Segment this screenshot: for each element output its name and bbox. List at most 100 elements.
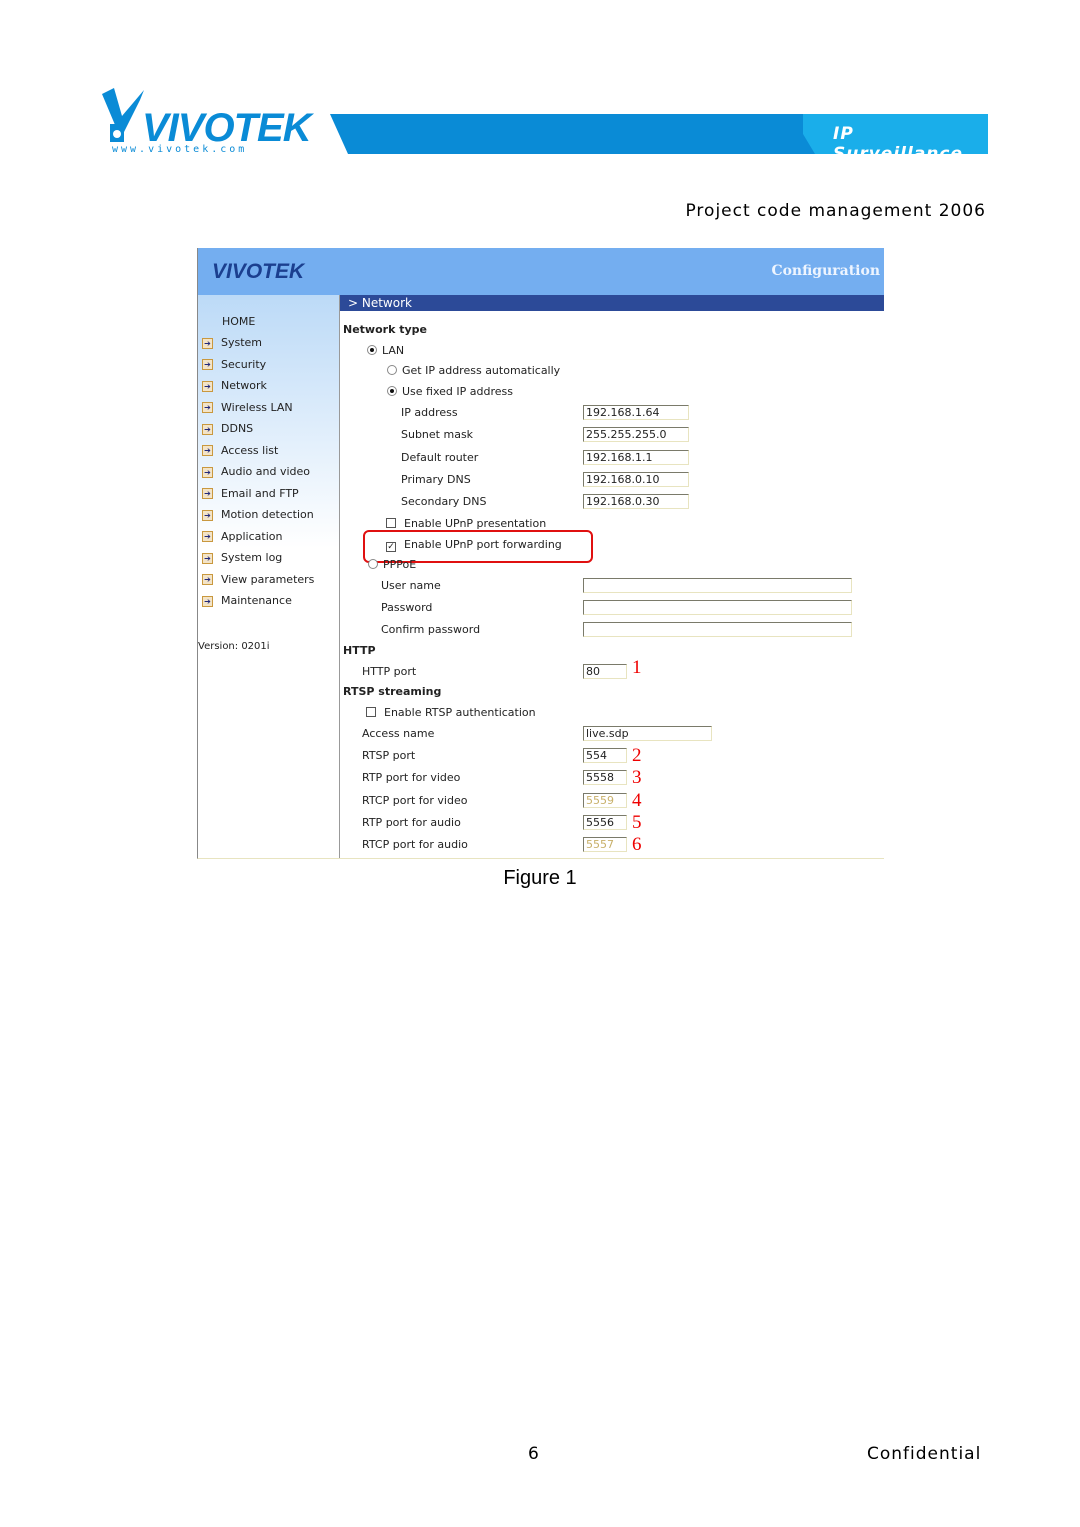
arrow-right-icon: ➔ (202, 488, 213, 499)
sidebar-item-audio-and-video[interactable]: ➔ Audio and video (202, 465, 310, 479)
arrow-right-icon: ➔ (202, 337, 213, 349)
rtsp-port-label-label: RTCP port for audio (362, 838, 468, 852)
radio-button[interactable] (387, 365, 397, 375)
rtsp-heading: RTSP streaming (343, 685, 441, 699)
upnp-presentation-checkbox-label: Enable UPnP presentation (404, 517, 547, 530)
radio-button[interactable] (367, 345, 377, 355)
pppoe-field-input[interactable] (583, 622, 852, 637)
ip-field-input[interactable]: 192.168.0.10 (583, 471, 689, 487)
pppoe-field-input[interactable] (583, 600, 852, 615)
auto-ip-option[interactable]: Get IP address automatically (387, 364, 560, 378)
rtsp-port-label: RTP port for video (362, 771, 460, 785)
sidebar-item-home[interactable]: HOME (222, 315, 255, 329)
sidebar-item-maintenance[interactable]: ➔ Maintenance (202, 594, 292, 608)
sidebar-item-label: Email and FTP (221, 486, 299, 500)
rtsp-port-input[interactable]: 5557 (583, 837, 627, 853)
config-header: VIVOTEK Configuration (198, 248, 884, 295)
lan-option-label: LAN (382, 344, 405, 357)
http-port-label-label: HTTP port (362, 665, 417, 678)
sidebar-item-label: Network (221, 379, 267, 392)
upnp-presentation-checkbox[interactable]: Enable UPnP presentation (386, 517, 546, 531)
radio-button[interactable] (368, 559, 378, 569)
config-screenshot: VIVOTEK Configuration HOME ➔ System ➔ Securi… (197, 248, 884, 859)
sidebar-item-system[interactable]: ➔ System (202, 336, 262, 350)
lan-option[interactable]: LAN (367, 344, 404, 358)
sidebar-item-label: Application (221, 529, 283, 543)
annotation-number: 3 (632, 767, 642, 789)
sidebar-item-view-parameters[interactable]: ➔ View parameters (202, 573, 314, 587)
sidebar-item-access-list[interactable]: ➔ Access list (202, 444, 278, 458)
sidebar-item-label: Maintenance (221, 594, 292, 607)
access-name-label-label: Access name (362, 727, 435, 740)
network-type-heading-label: Network type (343, 323, 427, 336)
sidebar-item-label: Audio and video (221, 465, 310, 478)
sidebar-item-wireless-lan[interactable]: ➔ Wireless LAN (202, 401, 293, 415)
sidebar-item-application[interactable]: ➔ Application (202, 530, 282, 544)
rtsp-port-label: RTP port for audio (362, 816, 461, 830)
arrow-right-icon: ➔ (202, 359, 213, 370)
rtsp-port-label: RTCP port for audio (362, 838, 468, 852)
ip-field-label-label: Subnet mask (401, 428, 474, 442)
rtsp-port-input[interactable]: 554 (583, 748, 627, 763)
sidebar-item-system-log[interactable]: ➔ System log (202, 551, 282, 565)
ip-field-input[interactable]: 192.168.1.1 (583, 449, 689, 465)
rtsp-port-label-label: RTP port for video (362, 771, 461, 785)
arrow-right-icon: ➔ (202, 466, 213, 478)
banner-tagline-box: IP Surveillance (803, 114, 988, 154)
rtsp-port-label: RTSP port (362, 749, 415, 763)
version-label: Version: 0201i (198, 641, 270, 652)
ip-field-label: Secondary DNS (401, 495, 486, 509)
arrow-right-icon: ➔ (202, 595, 213, 607)
rtsp-port-input[interactable]: 5558 (583, 770, 627, 786)
checkbox[interactable] (386, 518, 396, 528)
http-heading-label: HTTP (343, 644, 376, 657)
http-heading: HTTP (343, 644, 376, 658)
ip-field-label: IP address (401, 406, 458, 420)
document-page: VIVOTEK www.vivotek.com IP Surveillance … (0, 0, 1080, 1527)
sidebar-item-label: Wireless LAN (221, 400, 293, 414)
pppoe-field-label: User name (381, 579, 441, 593)
pppoe-field-input[interactable] (583, 578, 852, 593)
rtsp-auth-checkbox[interactable]: Enable RTSP authentication (366, 706, 536, 720)
sidebar-item-security[interactable]: ➔ Security (202, 358, 266, 372)
access-name-input[interactable]: live.sdp (583, 726, 712, 741)
sidebar-item-network[interactable]: ➔ Network (202, 379, 267, 393)
arrow-right-icon: ➔ (202, 445, 213, 456)
sidebar-item-ddns[interactable]: ➔ DDNS (202, 422, 253, 436)
checkbox[interactable] (366, 707, 376, 717)
ip-field-label: Default router (401, 451, 478, 465)
config-title: Configuration (771, 263, 880, 279)
ip-field-input[interactable]: 255.255.255.0 (583, 427, 689, 443)
annotation-number: 4 (632, 789, 642, 811)
sidebar-item-email-and-ftp[interactable]: ➔ Email and FTP (202, 487, 299, 501)
pppoe-field-label-label: Password (381, 601, 433, 614)
rtsp-heading-label: RTSP streaming (343, 685, 442, 698)
upnp-forwarding-checkbox-label: Enable UPnP port forwarding (404, 538, 562, 551)
rtsp-port-label-label: RTSP port (362, 749, 416, 762)
access-name-label: Access name (362, 727, 434, 741)
upnp-forwarding-checkbox[interactable]: ✓ Enable UPnP port forwarding (386, 538, 562, 552)
sidebar-item-label: System (221, 336, 263, 349)
sidebar-item-label: System log (221, 551, 283, 564)
pppoe-field-label: Confirm password (381, 623, 480, 637)
rtsp-port-input[interactable]: 5556 (583, 814, 627, 830)
sidebar-item-label: View parameters (221, 572, 315, 586)
http-port-input[interactable]: 80 (583, 664, 627, 679)
ip-field-input[interactable]: 192.168.1.64 (583, 405, 689, 420)
radio-button[interactable] (387, 386, 397, 396)
http-port-label: HTTP port (362, 665, 416, 679)
pppoe-option[interactable]: PPPoE (368, 558, 416, 572)
checkbox[interactable]: ✓ (386, 542, 396, 552)
rtsp-port-input[interactable]: 5559 (583, 792, 627, 808)
annotation-number: 5 (632, 811, 642, 833)
section-title-bar: > Network (340, 295, 884, 311)
ip-field-label: Primary DNS (401, 473, 471, 487)
arrow-right-icon: ➔ (202, 509, 213, 521)
annotation-number: 2 (632, 745, 642, 766)
sidebar-item-motion-detection[interactable]: ➔ Motion detection (202, 508, 314, 522)
ip-field-input[interactable]: 192.168.0.30 (583, 494, 689, 510)
sidebar: HOME ➔ System ➔ Security ➔ Network ➔ Wireless LA… (198, 295, 340, 858)
config-logo: VIVOTEK (212, 260, 305, 283)
fixed-ip-option[interactable]: Use fixed IP address (387, 385, 513, 399)
sidebar-item-label: Security (221, 357, 267, 371)
